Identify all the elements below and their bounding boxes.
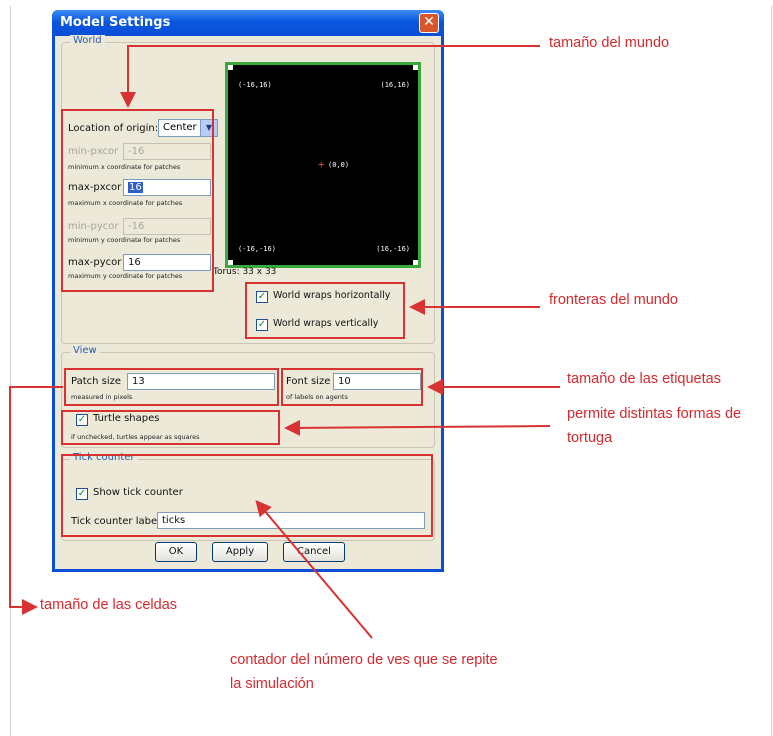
preview-top-right-coord: (16,16) bbox=[380, 81, 410, 89]
dialog-title: Model Settings bbox=[60, 15, 171, 30]
note-label-size: tamaño de las etiquetas bbox=[567, 371, 721, 387]
note-tick-counter-1: contador del número de ves que se repite bbox=[230, 652, 498, 668]
preview-corner bbox=[413, 260, 418, 265]
dialog-titlebar: Model Settings ✕ bbox=[52, 10, 444, 36]
world-size-highlight bbox=[61, 109, 214, 292]
cancel-button[interactable]: Cancel bbox=[283, 542, 345, 562]
apply-button[interactable]: Apply bbox=[212, 542, 268, 562]
turtle-shapes-highlight bbox=[61, 410, 280, 445]
world-borders-highlight bbox=[245, 282, 405, 339]
note-world-size: tamaño del mundo bbox=[549, 35, 670, 51]
preview-center-coord: (0,0) bbox=[328, 161, 350, 169]
preview-bottom-right-coord: (16,-16) bbox=[376, 245, 410, 253]
world-preview: (-16,16) (16,16) + (0,0) (-16,-16) (16,-… bbox=[225, 62, 421, 268]
note-cell-size: tamaño de las celdas bbox=[40, 597, 178, 613]
note-tick-counter-2: la simulación bbox=[230, 676, 314, 692]
origin-cross-icon: + bbox=[318, 158, 325, 171]
note-world-borders: fronteras del mundo bbox=[549, 292, 678, 308]
note-turtle-shapes-2: tortuga bbox=[567, 430, 613, 446]
preview-corner bbox=[228, 65, 233, 70]
preview-top-left-coord: (-16,16) bbox=[238, 81, 272, 89]
preview-bottom-left-coord: (-16,-16) bbox=[238, 245, 276, 253]
preview-corner bbox=[413, 65, 418, 70]
close-icon[interactable]: ✕ bbox=[419, 13, 439, 33]
world-group-title: World bbox=[70, 35, 105, 46]
view-group-title: View bbox=[70, 345, 100, 356]
preview-corner bbox=[228, 260, 233, 265]
patch-size-highlight bbox=[64, 368, 279, 406]
topology-caption: Torus: 33 x 33 bbox=[213, 267, 277, 277]
note-turtle-shapes-1: permite distintas formas de bbox=[567, 406, 742, 422]
tick-counter-highlight bbox=[61, 454, 433, 537]
font-size-highlight bbox=[281, 368, 423, 406]
ok-button[interactable]: OK bbox=[155, 542, 197, 562]
